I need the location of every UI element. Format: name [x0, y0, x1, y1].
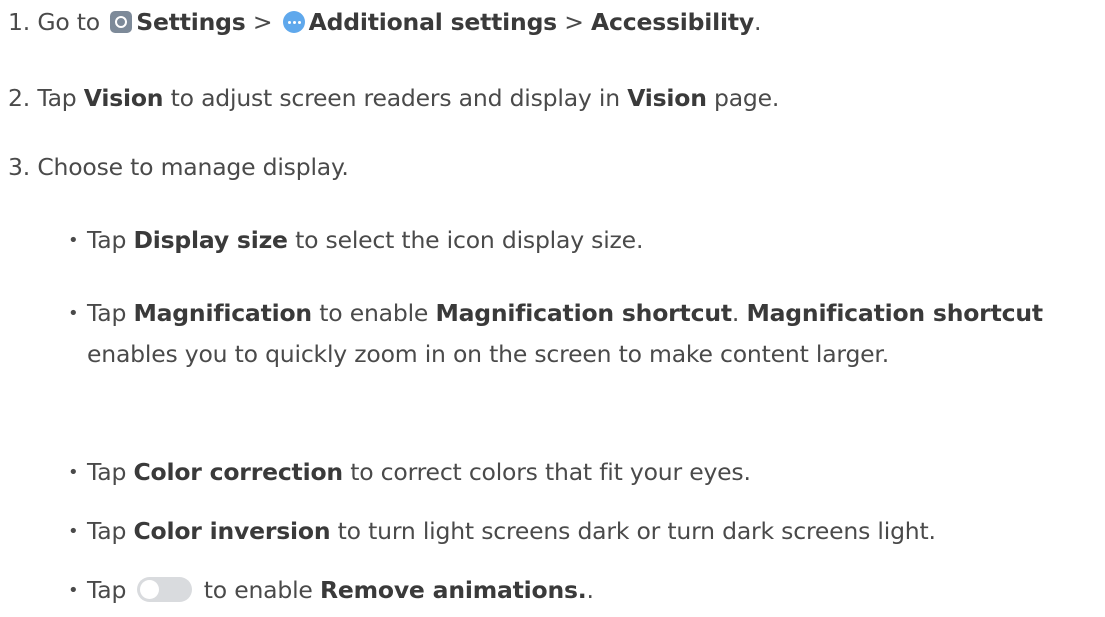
step-number: 2.	[8, 84, 31, 112]
bullet-text: to enable	[203, 576, 313, 604]
step-1: 1. Go to Settings > Additional settings …	[8, 4, 762, 40]
toggle-switch-off-icon	[137, 577, 193, 602]
bullet-marker: •	[68, 462, 79, 483]
bullet-display-size: • Tap Display size to select the icon dis…	[68, 222, 643, 261]
bullet-text: Tap	[87, 299, 127, 327]
path-separator: >	[252, 8, 273, 36]
color-inversion-label: Color inversion	[133, 517, 331, 545]
step-3: 3. Choose to manage display.	[8, 149, 349, 185]
color-correction-label: Color correction	[133, 458, 343, 486]
bullet-text: enables you to quickly zoom in on the sc…	[87, 340, 889, 368]
step-text: to adjust screen readers and display in	[170, 84, 620, 112]
path-separator: >	[564, 8, 584, 36]
bullet-text: to enable	[319, 299, 429, 327]
bullet-marker: •	[68, 303, 79, 324]
bullet-text: to correct colors that fit your eyes.	[350, 458, 751, 486]
magnification-shortcut-label: Magnification shortcut	[435, 299, 732, 327]
bullet-remove-animations: • Tap to enable Remove animations..	[68, 572, 594, 611]
step-text: Choose to manage display.	[37, 153, 349, 181]
step-number: 1.	[8, 8, 31, 36]
bullet-magnification: • Tap Magnification to enable Magnificati…	[68, 294, 1068, 373]
vision-label: Vision	[627, 84, 707, 112]
display-size-label: Display size	[133, 226, 288, 254]
bullet-marker: •	[68, 521, 79, 542]
period: .	[754, 8, 762, 36]
bullet-color-correction: • Tap Color correction to correct colors …	[68, 454, 751, 493]
period: .	[586, 576, 594, 604]
bullet-marker: •	[68, 580, 79, 601]
bullet-marker: •	[68, 230, 79, 251]
more-dots-icon	[282, 11, 305, 33]
bullet-text: Tap	[87, 576, 127, 604]
step-number: 3.	[8, 153, 31, 181]
settings-gear-icon	[110, 11, 133, 33]
bullet-color-inversion: • Tap Color inversion to turn light scree…	[68, 513, 936, 552]
bullet-text: Tap	[87, 517, 127, 545]
magnification-shortcut-label: Magnification shortcut	[746, 299, 1043, 327]
settings-label: Settings	[136, 8, 246, 36]
accessibility-label: Accessibility	[591, 8, 755, 36]
vision-label: Vision	[83, 84, 164, 112]
period: .	[731, 299, 740, 327]
bullet-text: to select the icon display size.	[295, 226, 644, 254]
bullet-text: Tap	[87, 458, 127, 486]
remove-animations-label: Remove animations.	[319, 576, 587, 604]
step-text: Go to	[37, 8, 100, 36]
magnification-label: Magnification	[133, 299, 312, 327]
step-text: Tap	[37, 84, 77, 112]
step-2: 2. Tap Vision to adjust screen readers a…	[8, 80, 779, 116]
toggle-knob	[140, 580, 160, 599]
bullet-text: Tap	[87, 226, 127, 254]
step-text: page.	[714, 84, 780, 112]
additional-settings-label: Additional settings	[308, 8, 558, 36]
bullet-text: to turn light screens dark or turn dark …	[337, 517, 936, 545]
